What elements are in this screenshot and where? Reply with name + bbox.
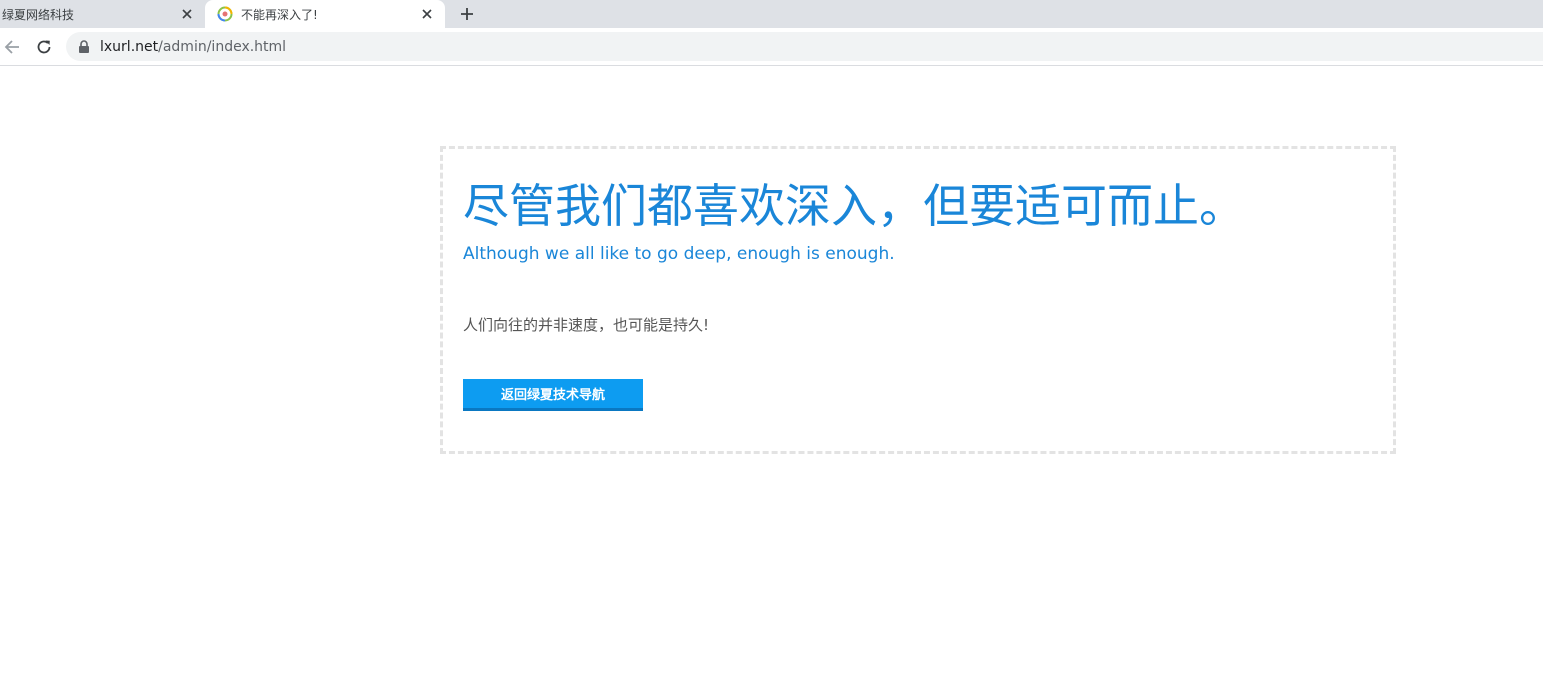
url-path: /admin/index.html [158,38,287,55]
reload-icon[interactable] [33,36,55,58]
page-subtitle: Although we all like to go deep, enough … [463,244,895,264]
page-description: 人们向往的并非速度，也可能是持久! [463,316,710,334]
lock-icon [79,39,89,53]
tab-strip: 绿夏网络科技 不能再深入了! [0,0,1543,28]
tab-current[interactable]: 不能再深入了! [205,0,445,28]
favicon-icon [217,6,233,22]
tab-lvxia[interactable]: 绿夏网络科技 [0,0,205,28]
close-icon[interactable] [418,5,436,23]
back-to-nav-button[interactable]: 返回绿夏技术导航 [463,379,643,411]
plus-icon[interactable] [455,2,479,26]
url-host: lxurl.net [100,38,159,55]
tab-title: 不能再深入了! [241,7,318,22]
browser-toolbar: lxurl.net/admin/index.html [0,28,1543,66]
close-icon[interactable] [178,5,196,23]
address-bar[interactable]: lxurl.net/admin/index.html [66,32,1543,61]
tab-title: 绿夏网络科技 [2,7,75,22]
notice-box: 尽管我们都喜欢深入，但要适可而止。 Although we all like t… [440,146,1396,454]
page-title: 尽管我们都喜欢深入，但要适可而止。 [463,179,1245,233]
arrow-left-icon[interactable] [1,36,23,58]
